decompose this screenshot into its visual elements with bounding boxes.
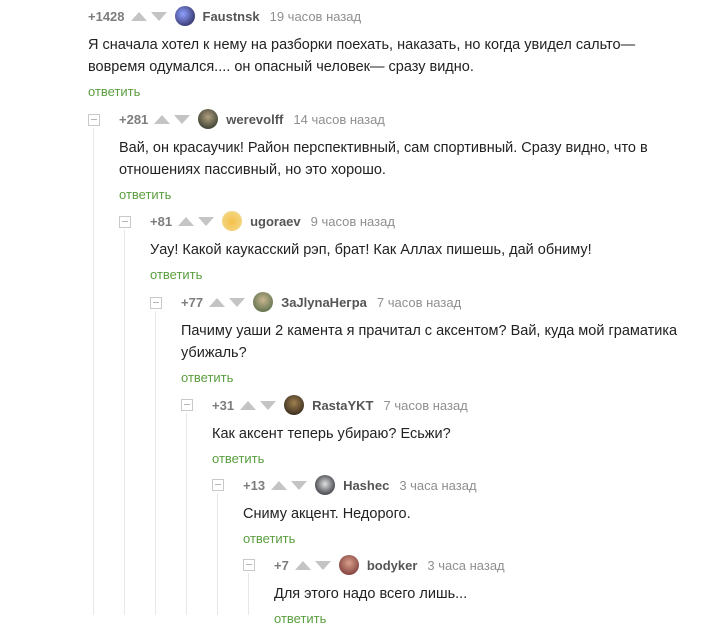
avatar[interactable] (284, 395, 305, 415)
reply-link[interactable]: ответить (181, 370, 693, 388)
comment-text: Как аксент теперь убираю? Есьжи? (212, 426, 451, 442)
comment-text: Я сначала хотел к нему на разборки поеха… (88, 37, 636, 75)
downvote-icon[interactable] (291, 480, 308, 490)
reply-link[interactable]: ответить (212, 451, 693, 469)
comment-time[interactable]: 3 часа назад (399, 478, 476, 493)
comment-text: Пачиму уаши 2 камента я прачитал с аксен… (181, 323, 678, 361)
avatar[interactable] (222, 211, 243, 231)
comment-author[interactable]: bodyker (367, 558, 418, 573)
comment-text: Для этого надо всего лишь... (274, 586, 468, 602)
comment-rating: +77 (181, 294, 204, 310)
avatar[interactable] (253, 292, 274, 312)
upvote-icon[interactable] (271, 480, 288, 490)
comment-header: +281 werevolff 14 часов назад (119, 109, 693, 129)
comment-text: Уау! Какой каукасский рэп, брат! Как Алл… (150, 242, 592, 258)
comment-rating: +13 (243, 477, 266, 493)
comment-header: +13 Hashec 3 часа назад (243, 475, 693, 495)
comment-author[interactable]: Hashec (343, 478, 389, 493)
reply-link[interactable]: ответить (119, 187, 693, 205)
thread-line (217, 493, 218, 615)
comment-header: +1428 Faustnsk 19 часов назад (88, 6, 693, 26)
comment-author[interactable]: Faustnsk (203, 9, 260, 24)
comment: +77 ЗаJlynaНегра 7 часов назад Пачиму уа… (181, 292, 693, 388)
upvote-icon[interactable] (294, 560, 311, 570)
comment-time[interactable]: 7 часов назад (383, 398, 467, 413)
avatar[interactable] (198, 109, 219, 129)
comment-time[interactable]: 3 часа назад (427, 558, 504, 573)
thread-line (93, 128, 94, 615)
upvote-icon[interactable] (209, 297, 226, 307)
comment-time[interactable]: 19 часов назад (270, 9, 362, 24)
comment-text: Сниму акцент. Недорого. (243, 506, 411, 522)
comment-author[interactable]: ugoraev (250, 214, 301, 229)
comment-rating: +31 (212, 397, 235, 413)
comment: +7 bodyker 3 часа назад Для этого надо в… (274, 555, 693, 629)
comment-header: +77 ЗаJlynaНегра 7 часов назад (181, 292, 693, 312)
comment-header: +81 ugoraev 9 часов назад (150, 211, 693, 231)
comment-author[interactable]: ЗаJlynaНегра (281, 295, 367, 310)
downvote-icon[interactable] (314, 560, 331, 570)
downvote-icon[interactable] (198, 216, 215, 226)
comment-time[interactable]: 9 часов назад (311, 214, 395, 229)
upvote-icon[interactable] (178, 216, 195, 226)
collapse-button[interactable] (212, 479, 224, 491)
comment-time[interactable]: 7 часов назад (377, 295, 461, 310)
upvote-icon[interactable] (154, 114, 171, 124)
thread-line (155, 311, 156, 615)
reply-link[interactable]: ответить (88, 84, 693, 102)
collapse-button[interactable] (150, 297, 162, 309)
downvote-icon[interactable] (229, 297, 246, 307)
comment-author[interactable]: werevolff (226, 112, 283, 127)
collapse-button[interactable] (88, 114, 100, 126)
downvote-icon[interactable] (260, 400, 277, 410)
upvote-icon[interactable] (240, 400, 257, 410)
comment-rating: +81 (150, 213, 173, 229)
reply-link[interactable]: ответить (274, 611, 693, 629)
comment-rating: +7 (274, 557, 289, 573)
comment-text: Вай, он красаучик! Район перспективный, … (119, 140, 648, 178)
comment: +13 Hashec 3 часа назад Сниму акцент. Не… (243, 475, 693, 549)
collapse-button[interactable] (119, 216, 131, 228)
avatar[interactable] (315, 475, 336, 495)
comment-rating: +1428 (88, 8, 125, 24)
collapse-button[interactable] (181, 399, 193, 411)
downvote-icon[interactable] (150, 11, 167, 21)
avatar[interactable] (338, 555, 359, 575)
comment: +81 ugoraev 9 часов назад Уау! Какой кау… (150, 211, 693, 285)
upvote-icon[interactable] (130, 11, 147, 21)
downvote-icon[interactable] (174, 114, 191, 124)
comment: +281 werevolff 14 часов назад Вай, он кр… (119, 109, 693, 205)
comment-rating: +281 (119, 111, 149, 127)
reply-link[interactable]: ответить (150, 267, 693, 285)
reply-link[interactable]: ответить (243, 531, 693, 549)
comment: +31 RastaYKT 7 часов назад Как аксент те… (212, 395, 693, 469)
avatar[interactable] (174, 6, 195, 26)
comment-time[interactable]: 14 часов назад (293, 112, 385, 127)
comment-author[interactable]: RastaYKT (312, 398, 373, 413)
collapse-button[interactable] (243, 559, 255, 571)
thread-line (248, 573, 249, 615)
thread-line (186, 413, 187, 615)
thread-line (124, 230, 125, 615)
comment: +1428 Faustnsk 19 часов назад Я сначала … (88, 6, 693, 102)
comment-header: +7 bodyker 3 часа назад (274, 555, 693, 575)
comment-header: +31 RastaYKT 7 часов назад (212, 395, 693, 415)
